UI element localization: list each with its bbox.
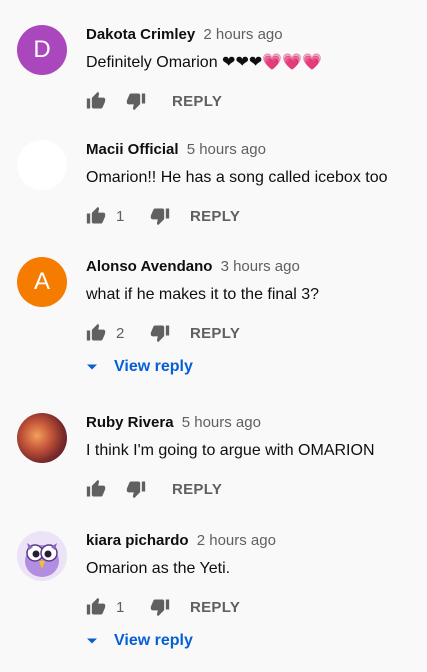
comment-time[interactable]: 2 hours ago (197, 532, 276, 549)
like-count: 1 (116, 598, 125, 616)
comment-actions: 1 REPLY (86, 595, 240, 619)
reply-button[interactable]: REPLY (190, 325, 240, 342)
thumbs-down-icon[interactable] (150, 323, 170, 343)
thumbs-up-icon[interactable] (86, 323, 106, 343)
view-reply-button[interactable]: View reply (86, 632, 193, 650)
caret-down-icon (87, 364, 97, 370)
like-count: 2 (116, 324, 125, 342)
comment-author[interactable]: kiara pichardo (86, 532, 189, 549)
comment-author[interactable]: Macii Official (86, 141, 179, 158)
comment-time[interactable]: 3 hours ago (221, 258, 300, 275)
view-reply-label: View reply (114, 632, 193, 649)
avatar-letter: A (33, 268, 50, 295)
thumbs-up-icon[interactable] (86, 91, 106, 111)
comment-header: kiara pichardo 2 hours ago (86, 531, 276, 551)
reply-button[interactable]: REPLY (172, 93, 222, 110)
avatar[interactable] (17, 531, 67, 581)
comment-header: Ruby Rivera 5 hours ago (86, 413, 261, 433)
comment-text: I think I'm going to argue with OMARION (86, 442, 375, 459)
comment-header: Macii Official 5 hours ago (86, 140, 266, 160)
comment-text: Definitely Omarion ❤❤❤💗💗💗 (86, 54, 323, 71)
comment-author[interactable]: Alonso Avendano (86, 258, 212, 275)
avatar[interactable]: A (17, 257, 67, 307)
view-reply-button[interactable]: View reply (86, 358, 193, 376)
comment-actions: 2 REPLY (86, 321, 240, 345)
thumbs-up-icon[interactable] (86, 479, 106, 499)
thumbs-down-icon[interactable] (150, 597, 170, 617)
thumbs-down-icon[interactable] (126, 91, 146, 111)
comment-actions: REPLY (86, 477, 222, 501)
comment-author[interactable]: Dakota Crimley (86, 26, 195, 43)
like-count: 1 (116, 207, 125, 225)
comment-header: Dakota Crimley 2 hours ago (86, 25, 283, 45)
comment-time[interactable]: 5 hours ago (182, 414, 261, 431)
avatar-letter: D (33, 36, 51, 63)
thumbs-down-icon[interactable] (126, 479, 146, 499)
comment-actions: 1 REPLY (86, 204, 240, 228)
reply-button[interactable]: REPLY (190, 208, 240, 225)
owl-avatar-icon (25, 543, 59, 577)
comment-text: Omarion as the Yeti. (86, 560, 231, 577)
avatar[interactable] (17, 413, 67, 463)
thumbs-up-icon[interactable] (86, 206, 106, 226)
comment-actions: REPLY (86, 89, 222, 113)
reply-button[interactable]: REPLY (172, 481, 222, 498)
avatar[interactable] (17, 140, 67, 190)
thumbs-down-icon[interactable] (150, 206, 170, 226)
avatar[interactable]: D (17, 25, 67, 75)
comment-text: Omarion!! He has a song called icebox to… (86, 169, 388, 186)
reply-button[interactable]: REPLY (190, 599, 240, 616)
comment-time[interactable]: 5 hours ago (187, 141, 266, 158)
comment-time[interactable]: 2 hours ago (203, 26, 282, 43)
comment-header: Alonso Avendano 3 hours ago (86, 257, 300, 277)
view-reply-label: View reply (114, 358, 193, 375)
comment-author[interactable]: Ruby Rivera (86, 414, 174, 431)
caret-down-icon (87, 638, 97, 644)
comment-text: what if he makes it to the final 3? (86, 286, 320, 303)
thumbs-up-icon[interactable] (86, 597, 106, 617)
